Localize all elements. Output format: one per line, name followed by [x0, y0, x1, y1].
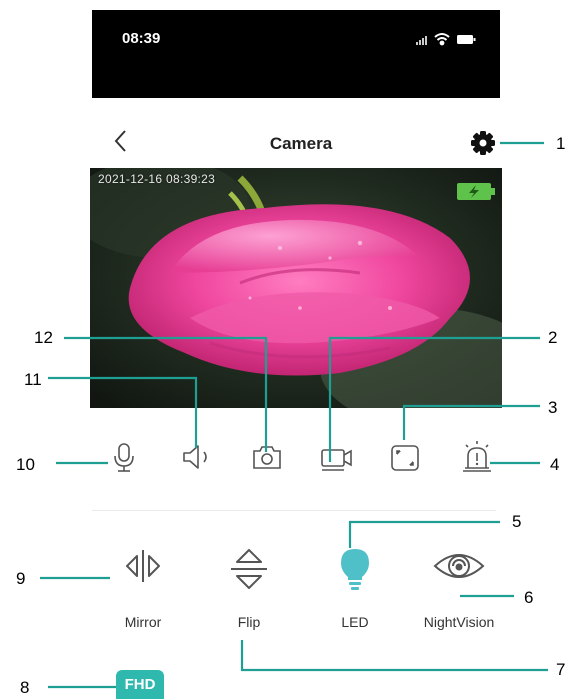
callout-11: 11 [24, 370, 42, 389]
callout-2: 2 [548, 328, 558, 347]
callout-12: 12 [34, 328, 53, 347]
callout-1: 1 [556, 134, 566, 153]
callout-8: 8 [20, 678, 30, 697]
callout-lines [40, 141, 548, 689]
callout-5: 5 [512, 512, 522, 531]
callout-4: 4 [550, 455, 560, 474]
callout-7: 7 [556, 660, 566, 679]
callout-3: 3 [548, 398, 558, 417]
callout-10: 10 [16, 455, 35, 474]
callout-9: 9 [16, 569, 26, 588]
callout-6: 6 [524, 588, 534, 607]
